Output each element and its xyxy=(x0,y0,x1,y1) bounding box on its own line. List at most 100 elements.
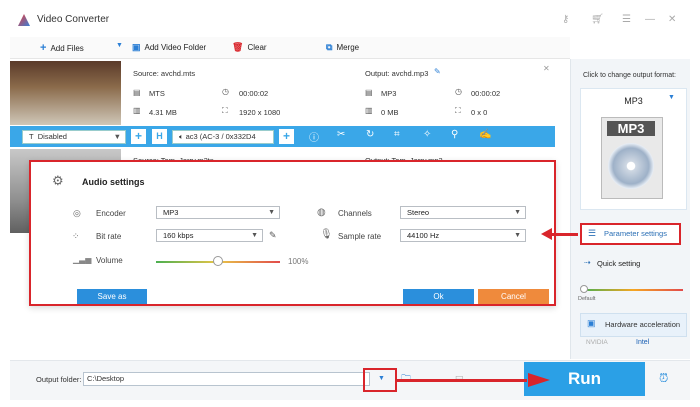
add-video-folder-button[interactable]: ▣ Add Video Folder xyxy=(132,42,206,53)
search-subtitle-button[interactable]: H xyxy=(152,129,167,144)
intel-badge: Intel xyxy=(636,339,650,346)
dropdown-highlight-box xyxy=(363,368,397,392)
add-files-dropdown-icon[interactable]: ▼ xyxy=(116,42,123,49)
trash-icon: 🗑︎ xyxy=(232,42,244,52)
channels-value: Stereo xyxy=(407,208,430,217)
format-dropdown-icon[interactable]: ▼ xyxy=(668,94,675,101)
output-duration: 00:00:02 xyxy=(471,89,501,98)
audio-gear-icon: ⚙ xyxy=(52,173,64,188)
title-bar xyxy=(10,8,690,36)
speaker-icon: 🔈︎ xyxy=(179,132,184,141)
add-files-button[interactable]: + Add Files xyxy=(40,42,84,54)
bitrate-select[interactable]: 160 kbps ▼ xyxy=(156,229,263,242)
sample-rate-value: 44100 Hz xyxy=(407,231,440,240)
chevron-down-icon: ▼ xyxy=(268,209,275,216)
merge-button[interactable]: ⧉ Merge xyxy=(326,42,359,53)
arrow-head-right xyxy=(528,373,550,387)
sample-rate-label: Sample rate xyxy=(338,232,382,241)
clock-icon: ◷ xyxy=(222,87,229,96)
edit-icon[interactable]: ✎ xyxy=(434,67,441,76)
arrow-to-dialog xyxy=(551,233,578,236)
subtitle-value: Disabled xyxy=(37,132,67,141)
add-subtitle-button[interactable]: + xyxy=(131,129,146,144)
output-folder-input[interactable]: C:\Desktop xyxy=(83,372,370,386)
encoder-icon: ◎ xyxy=(73,208,81,218)
plus-icon: + xyxy=(40,42,47,54)
output-filename: Output: avchd.mp3 xyxy=(365,69,429,78)
clear-label: Clear xyxy=(247,43,267,52)
video-thumbnail[interactable] xyxy=(10,61,121,125)
output-resolution-icon: ⛶ xyxy=(455,106,461,115)
quick-setting-icon: ⇢ xyxy=(584,258,591,267)
text-icon: T xyxy=(29,132,34,141)
toolbar xyxy=(10,37,570,59)
chevron-down-icon: ▼ xyxy=(251,232,258,239)
channels-select[interactable]: Stereo ▼ xyxy=(400,206,526,219)
bitrate-icon: ⁘ xyxy=(72,231,80,241)
close-icon[interactable]: ✕ xyxy=(668,14,676,25)
minimize-icon[interactable]: — xyxy=(645,14,655,25)
output-format-hint: Click to change output format: xyxy=(583,72,676,79)
dialog-title: Audio settings xyxy=(82,177,145,187)
arrow-head-left xyxy=(541,228,552,240)
info-icon[interactable]: ⓘ xyxy=(309,129,319,144)
cart-icon[interactable]: 🛒︎ xyxy=(591,14,604,25)
folder-plus-icon: ▣ xyxy=(132,42,141,52)
watermark-icon[interactable]: ⚲ xyxy=(451,129,458,140)
save-as-button[interactable]: Save as xyxy=(77,289,147,304)
volume-bars-icon: ▁▃▅ xyxy=(73,255,92,264)
output-format: MP3 xyxy=(381,89,397,98)
source-duration: 00:00:02 xyxy=(239,89,269,98)
audio-track-select[interactable]: 🔈︎ ac3 (AC-3 / 0x332D4 xyxy=(172,130,274,144)
volume-label: Volume xyxy=(96,256,123,265)
resolution-icon: ⛶ xyxy=(222,106,228,115)
encoder-label: Encoder xyxy=(96,209,126,218)
source-format: MTS xyxy=(149,89,165,98)
encoder-select[interactable]: MP3 ▼ xyxy=(156,206,280,219)
subtitle-select[interactable]: T Disabled ▼ xyxy=(22,130,126,144)
output-filesize-icon: ▥ xyxy=(365,106,373,115)
remove-item-icon[interactable]: ✕ xyxy=(543,64,550,73)
source-filename: Source: avchd.mts xyxy=(133,69,196,78)
edit-bitrate-icon[interactable]: ✎ xyxy=(269,230,277,241)
checkbox-icon: ▣ xyxy=(587,318,596,328)
bitrate-label: Bit rate xyxy=(96,232,122,241)
volume-value: 100% xyxy=(288,257,309,266)
default-label: Default xyxy=(578,296,596,302)
quality-slider-handle[interactable] xyxy=(580,285,588,293)
source-resolution: 1920 x 1080 xyxy=(239,108,281,117)
quality-slider[interactable] xyxy=(583,289,683,291)
add-files-label: Add Files xyxy=(50,43,84,53)
volume-slider-handle[interactable] xyxy=(213,256,223,266)
hardware-acceleration-toggle[interactable]: Hardware acceleration xyxy=(580,313,687,337)
subtitle-edit-icon[interactable]: ✍ xyxy=(479,129,491,140)
crop-icon[interactable]: ⌗ xyxy=(394,129,400,140)
chevron-down-icon: ▼ xyxy=(514,209,521,216)
merge-label: Merge xyxy=(336,43,360,52)
add-audio-button[interactable]: + xyxy=(279,129,294,144)
cancel-button[interactable]: Cancel xyxy=(478,289,549,304)
key-icon[interactable]: ⚷ xyxy=(562,14,569,25)
cut-icon[interactable]: ✂ xyxy=(337,129,345,140)
mp3-icon-label: MP3 xyxy=(607,121,655,136)
chevron-down-icon: ▼ xyxy=(113,132,121,141)
channels-label: Channels xyxy=(338,209,372,218)
channels-icon: ◍ xyxy=(317,207,326,218)
effects-icon[interactable]: ✧ xyxy=(423,129,431,140)
output-size: 0 MB xyxy=(381,108,399,117)
arrow-to-run xyxy=(397,379,527,382)
clear-button[interactable]: 🗑︎ Clear xyxy=(232,42,267,53)
output-clock-icon: ◷ xyxy=(455,87,462,96)
alarm-clock-icon[interactable]: ⏰︎ xyxy=(659,371,668,386)
audio-track-value: ac3 (AC-3 / 0x332D4 xyxy=(185,132,256,141)
sample-rate-select[interactable]: 44100 Hz ▼ xyxy=(400,229,526,242)
add-video-folder-label: Add Video Folder xyxy=(144,43,207,52)
ok-button[interactable]: Ok xyxy=(403,289,474,304)
cd-disc-icon xyxy=(608,143,654,189)
rotate-icon[interactable]: ↻ xyxy=(366,129,374,140)
menu-icon[interactable]: ☰ xyxy=(622,14,631,25)
output-format-icon: ▤ xyxy=(365,88,373,97)
chevron-down-icon: ▼ xyxy=(514,232,521,239)
source-size: 4.31 MB xyxy=(149,108,177,117)
format-icon: ▤ xyxy=(133,88,141,97)
